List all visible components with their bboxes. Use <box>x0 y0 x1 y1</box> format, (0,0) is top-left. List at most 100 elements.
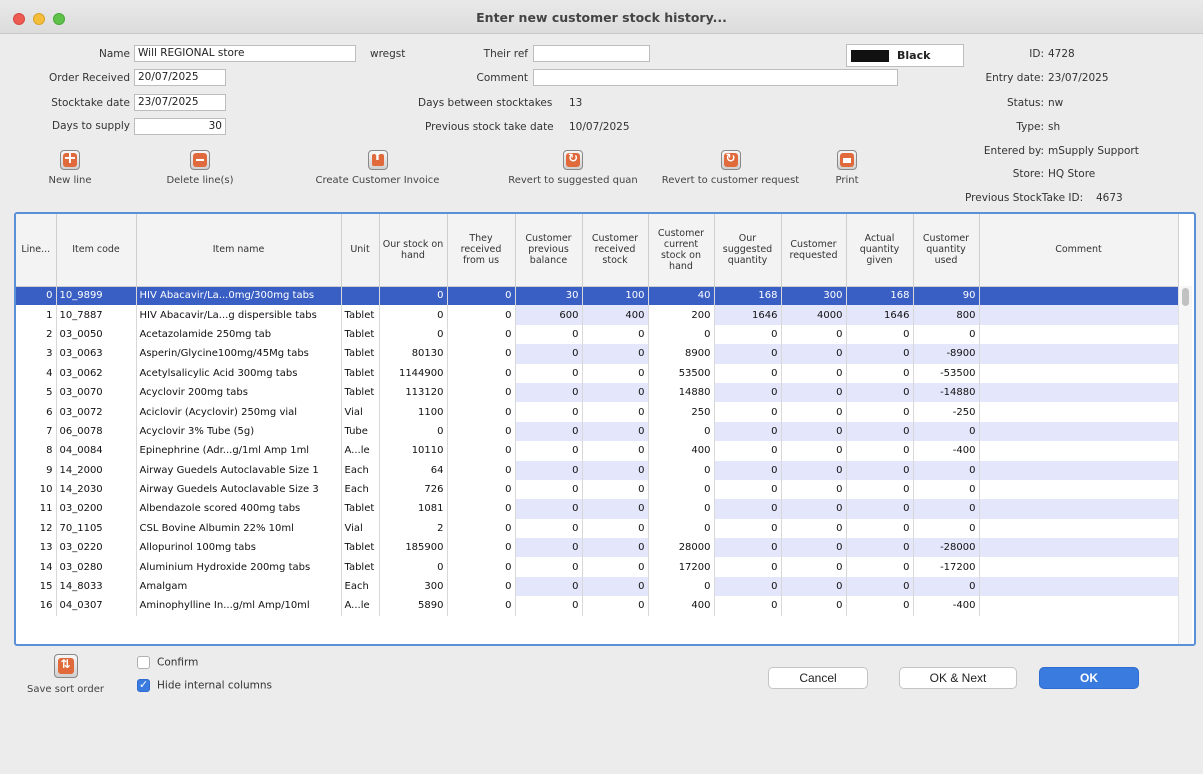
table-cell[interactable]: 3 <box>16 344 57 364</box>
table-cell[interactable]: 0 <box>515 479 583 500</box>
table-cell[interactable]: 0 <box>447 305 516 325</box>
table-cell[interactable]: 1081 <box>379 499 448 519</box>
table-cell[interactable]: 0 <box>913 460 980 480</box>
table-cell[interactable]: 04_0084 <box>56 441 137 461</box>
table-cell[interactable]: 0 <box>447 363 516 383</box>
cancel-button[interactable]: Cancel <box>768 667 868 689</box>
confirm-checkbox-box[interactable] <box>137 656 150 669</box>
column-header[interactable]: Customer previous balance <box>515 214 583 287</box>
table-cell[interactable]: Tablet <box>341 382 380 403</box>
table-cell[interactable]: 9 <box>16 460 57 480</box>
table-cell[interactable]: 0 <box>515 596 583 616</box>
table-cell[interactable]: 0 <box>846 441 914 461</box>
table-cell[interactable]: 90 <box>913 286 980 306</box>
table-cell[interactable]: 14_2030 <box>56 479 137 500</box>
table-cell[interactable]: 0 <box>781 499 847 519</box>
table-cell[interactable]: 0 <box>515 324 583 345</box>
table-cell[interactable]: 0 <box>447 324 516 345</box>
table-cell[interactable]: A...le <box>341 441 380 461</box>
table-cell[interactable]: 0 <box>714 479 782 500</box>
table-cell[interactable]: 0 <box>846 518 914 539</box>
table-cell[interactable] <box>979 499 1179 519</box>
table-cell[interactable]: 03_0280 <box>56 557 137 577</box>
table-cell[interactable]: 0 <box>648 518 715 539</box>
table-cell[interactable]: 0 <box>714 538 782 558</box>
table-cell[interactable]: 0 <box>447 421 516 442</box>
new-line-button[interactable]: New line <box>40 148 100 186</box>
print-button[interactable]: Print <box>822 150 872 186</box>
table-cell[interactable]: 5890 <box>379 596 448 616</box>
table-cell[interactable]: 0 <box>648 421 715 442</box>
table-cell[interactable]: 11 <box>16 499 57 519</box>
table-cell[interactable]: 113120 <box>379 382 448 403</box>
table-cell[interactable]: 0 <box>781 344 847 364</box>
table-cell[interactable]: 0 <box>582 421 649 442</box>
table-cell[interactable]: 0 <box>582 441 649 461</box>
comment-field[interactable] <box>533 69 898 86</box>
table-row[interactable]: 4 03_0062 Acetylsalicylic Acid 300mg tabs T… <box>16 363 1179 383</box>
revert-customer-button[interactable]: Revert to customer request <box>653 150 808 186</box>
table-cell[interactable]: 0 <box>582 499 649 519</box>
table-cell[interactable]: 0 <box>714 557 782 577</box>
table-cell[interactable]: Each <box>341 576 380 597</box>
table-scrollbar[interactable] <box>1178 286 1192 644</box>
table-cell[interactable]: 1646 <box>846 305 914 325</box>
table-cell[interactable]: 0 <box>846 344 914 364</box>
table-cell[interactable]: 0 <box>781 421 847 442</box>
stocktake-date-field[interactable]: 23/07/2025 <box>134 94 226 111</box>
column-header[interactable]: Unit <box>341 214 380 287</box>
create-invoice-button[interactable]: Create Customer Invoice <box>305 150 450 186</box>
table-cell[interactable]: Aluminium Hydroxide 200mg tabs <box>136 557 342 577</box>
table-cell[interactable]: 03_0063 <box>56 344 137 364</box>
table-row[interactable]: 13 03_0220 Allopurinol 100mg tabs Tablet 185… <box>16 538 1179 558</box>
column-header[interactable]: Line... <box>16 214 57 287</box>
table-cell[interactable]: Tablet <box>341 557 380 577</box>
table-cell[interactable]: 17200 <box>648 557 715 577</box>
table-cell[interactable]: 0 <box>447 479 516 500</box>
table-cell[interactable]: Acetylsalicylic Acid 300mg tabs <box>136 363 342 383</box>
table-cell[interactable]: 1144900 <box>379 363 448 383</box>
table-cell[interactable]: 600 <box>515 305 583 325</box>
table-cell[interactable]: 8900 <box>648 344 715 364</box>
table-cell[interactable]: -8900 <box>913 344 980 364</box>
table-cell[interactable]: 0 <box>781 518 847 539</box>
table-cell[interactable]: 0 <box>582 460 649 480</box>
table-cell[interactable]: Vial <box>341 518 380 539</box>
table-cell[interactable]: 0 <box>515 363 583 383</box>
table-cell[interactable]: Allopurinol 100mg tabs <box>136 538 342 558</box>
table-cell[interactable]: 03_0072 <box>56 402 137 422</box>
table-cell[interactable]: Aciclovir (Acyclovir) 250mg vial <box>136 402 342 422</box>
column-header[interactable]: Item code <box>56 214 137 287</box>
table-cell[interactable]: 0 <box>515 421 583 442</box>
table-cell[interactable]: 03_0050 <box>56 324 137 345</box>
table-cell[interactable]: 0 <box>515 460 583 480</box>
table-cell[interactable]: 0 <box>379 305 448 325</box>
table-cell[interactable]: 0 <box>582 324 649 345</box>
table-cell[interactable]: 6 <box>16 402 57 422</box>
table-cell[interactable]: 0 <box>781 441 847 461</box>
table-cell[interactable]: 14880 <box>648 382 715 403</box>
table-cell[interactable]: 0 <box>846 382 914 403</box>
table-cell[interactable]: 0 <box>714 518 782 539</box>
table-cell[interactable]: Tube <box>341 421 380 442</box>
table-row[interactable]: 9 14_2000 Airway Guedels Autoclavable Size… <box>16 460 1179 480</box>
table-cell[interactable] <box>979 305 1179 325</box>
table-cell[interactable] <box>979 518 1179 539</box>
table-cell[interactable] <box>979 441 1179 461</box>
table-cell[interactable]: 0 <box>447 382 516 403</box>
table-cell[interactable]: 0 <box>582 479 649 500</box>
table-cell[interactable]: 04_0307 <box>56 596 137 616</box>
table-cell[interactable]: 0 <box>714 596 782 616</box>
table-row[interactable]: 16 04_0307 Aminophylline In...g/ml Amp/10m… <box>16 596 1179 616</box>
table-cell[interactable]: 800 <box>913 305 980 325</box>
table-cell[interactable]: 168 <box>846 286 914 306</box>
table-cell[interactable]: 0 <box>714 402 782 422</box>
table-cell[interactable]: 0 <box>846 538 914 558</box>
table-cell[interactable]: 0 <box>714 344 782 364</box>
table-cell[interactable]: 0 <box>379 421 448 442</box>
table-cell[interactable]: 2 <box>379 518 448 539</box>
table-cell[interactable]: 0 <box>846 479 914 500</box>
table-cell[interactable]: 8 <box>16 441 57 461</box>
table-cell[interactable]: 16 <box>16 596 57 616</box>
table-cell[interactable]: Tablet <box>341 324 380 345</box>
